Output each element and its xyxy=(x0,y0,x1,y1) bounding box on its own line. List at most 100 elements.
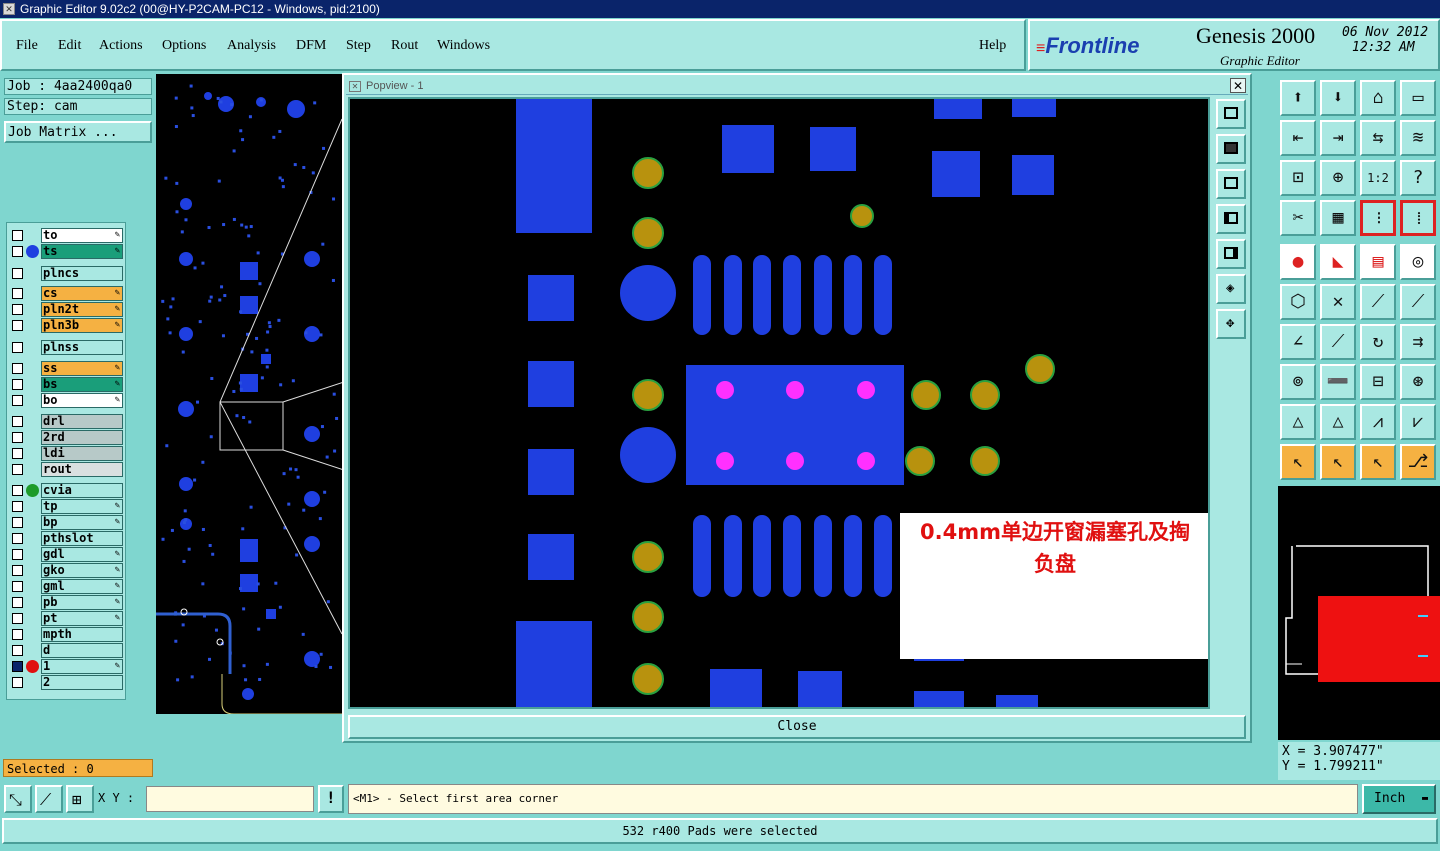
menu-analysis[interactable]: Analysis xyxy=(227,38,276,54)
tool-line-add-button[interactable]: ➖ xyxy=(1320,364,1356,400)
layer-name[interactable]: cs ✎ xyxy=(41,286,123,301)
layer-checkbox[interactable] xyxy=(12,448,23,459)
menu-actions[interactable]: Actions xyxy=(99,38,143,54)
measure-button[interactable]: ⟋ xyxy=(35,785,63,813)
layer-row-gko[interactable]: gko ✎ xyxy=(7,563,125,578)
layer-name[interactable]: plnss xyxy=(41,340,123,355)
layer-checkbox[interactable] xyxy=(12,661,23,672)
zoom-area-button[interactable]: ⤡ xyxy=(4,785,32,813)
layer-row-2[interactable]: 2 xyxy=(7,675,125,690)
layer-row-plnss[interactable]: plnss xyxy=(7,340,125,355)
job-matrix-button[interactable]: Job Matrix ... xyxy=(4,121,152,143)
tool-cluster-button[interactable]: ⊛ xyxy=(1400,364,1436,400)
tool-ruler-button[interactable]: ▤ xyxy=(1360,244,1396,280)
xy-input[interactable] xyxy=(146,786,314,812)
alert-button[interactable]: ! xyxy=(318,785,344,813)
layer-row-plncs[interactable]: plncs xyxy=(7,266,125,281)
layer-name[interactable]: gdl ✎ xyxy=(41,547,123,562)
layer-name[interactable]: pthslot xyxy=(41,531,123,546)
tool-delete-node-button[interactable]: ✕ xyxy=(1320,284,1356,320)
layer-checkbox[interactable] xyxy=(12,613,23,624)
layer-checkbox[interactable] xyxy=(12,246,23,257)
layer-row-bo[interactable]: bo ✎ xyxy=(7,393,125,408)
tool-zoom-center-button[interactable]: ⊕ xyxy=(1320,160,1356,196)
main-graphic-canvas[interactable] xyxy=(156,74,344,714)
tool-window-split-button[interactable]: ▭ xyxy=(1400,80,1436,116)
tool-line-move-button[interactable]: ⟋ xyxy=(1360,284,1396,320)
layer-name[interactable]: rout xyxy=(41,462,123,477)
layer-name[interactable]: plncs xyxy=(41,266,123,281)
layer-name[interactable]: 2rd xyxy=(41,430,123,445)
menu-edit[interactable]: Edit xyxy=(58,38,81,54)
layer-row-ts[interactable]: ts ✎ xyxy=(7,244,125,259)
overview-map[interactable] xyxy=(1278,486,1440,740)
layer-checkbox[interactable] xyxy=(12,565,23,576)
layer-name[interactable]: pln2t ✎ xyxy=(41,302,123,317)
layer-row-tp[interactable]: tp ✎ xyxy=(7,499,125,514)
layer-name[interactable]: tp ✎ xyxy=(41,499,123,514)
layer-checkbox[interactable] xyxy=(12,363,23,374)
layer-row-cvia[interactable]: cvia xyxy=(7,483,125,498)
layer-name[interactable]: 2 xyxy=(41,675,123,690)
layer-checkbox[interactable] xyxy=(12,533,23,544)
popview-canvas[interactable]: 0.4mm单边开窗漏塞孔及掏 负盘 xyxy=(348,97,1210,709)
layer-checkbox[interactable] xyxy=(12,485,23,496)
layer-name[interactable]: ts ✎ xyxy=(41,244,123,259)
layer-name[interactable]: bs ✎ xyxy=(41,377,123,392)
tool-angle-button[interactable]: ∠ xyxy=(1280,324,1316,360)
layer-checkbox[interactable] xyxy=(12,395,23,406)
layer-row-gml[interactable]: gml ✎ xyxy=(7,579,125,594)
popview-close-button[interactable]: Close xyxy=(348,715,1246,739)
popview-close-x-button[interactable]: ✕ xyxy=(1230,78,1246,93)
popview-pan-left-button[interactable] xyxy=(1216,204,1246,234)
popview-center-button[interactable]: ✥ xyxy=(1216,309,1246,339)
tool-scale-button[interactable]: 1:2 xyxy=(1360,160,1396,196)
layer-row-pln3b[interactable]: pln3b ✎ xyxy=(7,318,125,333)
layer-checkbox[interactable] xyxy=(12,549,23,560)
layer-row-ss[interactable]: ss ✎ xyxy=(7,361,125,376)
layer-row-2rd[interactable]: 2rd xyxy=(7,430,125,445)
tool-line-copy-button[interactable]: ⟋ xyxy=(1400,284,1436,320)
menu-windows[interactable]: Windows xyxy=(437,38,490,54)
tool-snap-red-button[interactable]: ⁝ xyxy=(1360,200,1396,236)
layer-row-bs[interactable]: bs ✎ xyxy=(7,377,125,392)
tool-zoom-fit-button[interactable]: ⊡ xyxy=(1280,160,1316,196)
layer-row-drl[interactable]: drl xyxy=(7,414,125,429)
layer-row-pt[interactable]: pt ✎ xyxy=(7,611,125,626)
layer-name[interactable]: pt ✎ xyxy=(41,611,123,626)
tool-node-edit-button[interactable]: ⬡ xyxy=(1280,284,1316,320)
tool-select-point-button[interactable]: ● xyxy=(1280,244,1316,280)
layer-checkbox[interactable] xyxy=(12,645,23,656)
layer-row-to[interactable]: to ✎ xyxy=(7,228,125,243)
tool-arc-4-button[interactable]: ⩗ xyxy=(1400,404,1436,440)
layer-checkbox[interactable] xyxy=(12,304,23,315)
layer-checkbox[interactable] xyxy=(12,581,23,592)
layer-row-gdl[interactable]: gdl ✎ xyxy=(7,547,125,562)
layer-checkbox[interactable] xyxy=(12,517,23,528)
popview-zoom-out-button[interactable] xyxy=(1216,169,1246,199)
tool-route-button[interactable]: ⎇ xyxy=(1400,444,1436,480)
tool-home-button[interactable]: ⌂ xyxy=(1360,80,1396,116)
layer-row-pb[interactable]: pb ✎ xyxy=(7,595,125,610)
layer-row-pthslot[interactable]: pthslot xyxy=(7,531,125,546)
popview-zoom-in-button[interactable] xyxy=(1216,134,1246,164)
layer-name[interactable]: mpth xyxy=(41,627,123,642)
layer-name[interactable]: ss ✎ xyxy=(41,361,123,376)
tool-wave-button[interactable]: ≋ xyxy=(1400,120,1436,156)
layer-name[interactable]: gko ✎ xyxy=(41,563,123,578)
layer-name[interactable]: d xyxy=(41,643,123,658)
layer-name[interactable]: drl xyxy=(41,414,123,429)
tool-pointer-button[interactable]: ↖ xyxy=(1280,444,1316,480)
tool-step-up-button[interactable]: ⬆ xyxy=(1280,80,1316,116)
tool-cut-button[interactable]: ✂ xyxy=(1280,200,1316,236)
layer-checkbox[interactable] xyxy=(12,230,23,241)
menu-file[interactable]: File xyxy=(16,38,38,54)
tool-mirror-button[interactable]: ⇉ xyxy=(1400,324,1436,360)
tool-pointer-3-button[interactable]: ↖ xyxy=(1360,444,1396,480)
layer-name[interactable]: bo ✎ xyxy=(41,393,123,408)
layer-name[interactable]: pln3b ✎ xyxy=(41,318,123,333)
layer-checkbox[interactable] xyxy=(12,379,23,390)
tool-pad-add-button[interactable]: ⊚ xyxy=(1280,364,1316,400)
layer-checkbox[interactable] xyxy=(12,464,23,475)
layer-checkbox[interactable] xyxy=(12,432,23,443)
